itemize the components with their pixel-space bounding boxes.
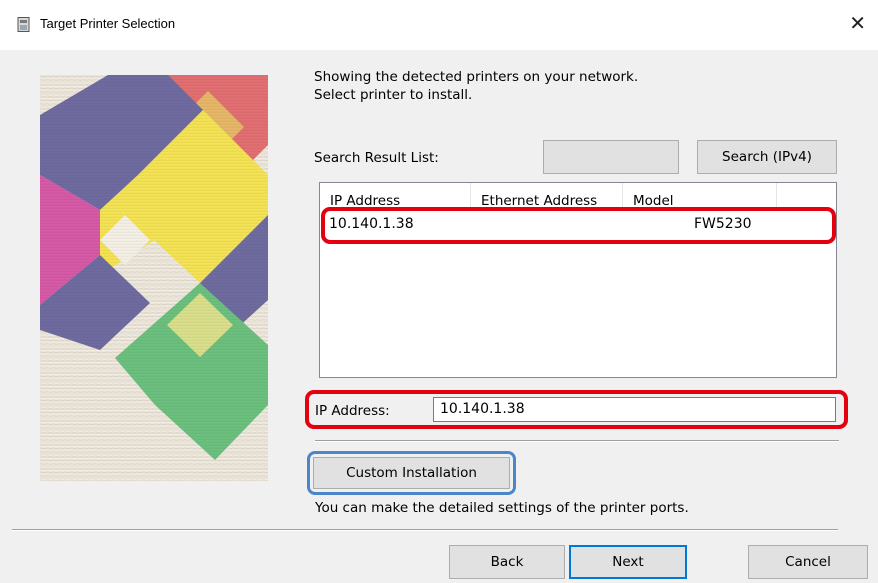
- column-header-ip-address[interactable]: IP Address: [320, 183, 471, 207]
- list-header: IP Address Ethernet Address Model: [320, 183, 836, 207]
- close-icon[interactable]: ✕: [849, 13, 866, 33]
- printer-app-icon: [17, 17, 30, 32]
- column-header-ethernet-address[interactable]: Ethernet Address: [471, 183, 623, 207]
- decorative-artwork: [40, 75, 268, 481]
- next-button[interactable]: Next: [569, 545, 687, 579]
- instruction-line-2: Select printer to install.: [314, 87, 473, 103]
- search-ipv4-button[interactable]: Search (IPv4): [697, 140, 837, 174]
- cancel-button[interactable]: Cancel: [748, 545, 868, 579]
- divider: [315, 440, 839, 442]
- highlight-printer-row: [321, 207, 836, 244]
- column-header-model[interactable]: Model: [623, 183, 777, 207]
- blank-button[interactable]: [543, 140, 679, 174]
- window-title: Target Printer Selection: [40, 16, 176, 31]
- instruction-line-1: Showing the detected printers on your ne…: [314, 69, 639, 85]
- footer-divider: [12, 529, 838, 531]
- instruction-text: Showing the detected printers on your ne…: [314, 68, 638, 104]
- back-button[interactable]: Back: [449, 545, 565, 579]
- search-result-label: Search Result List:: [314, 150, 439, 166]
- custom-installation-note: You can make the detailed settings of th…: [315, 500, 689, 516]
- title-bar: Target Printer Selection ✕: [0, 0, 878, 50]
- highlight-custom-installation: [307, 451, 516, 495]
- highlight-ip-address: [305, 390, 848, 429]
- column-header-blank[interactable]: [777, 183, 836, 207]
